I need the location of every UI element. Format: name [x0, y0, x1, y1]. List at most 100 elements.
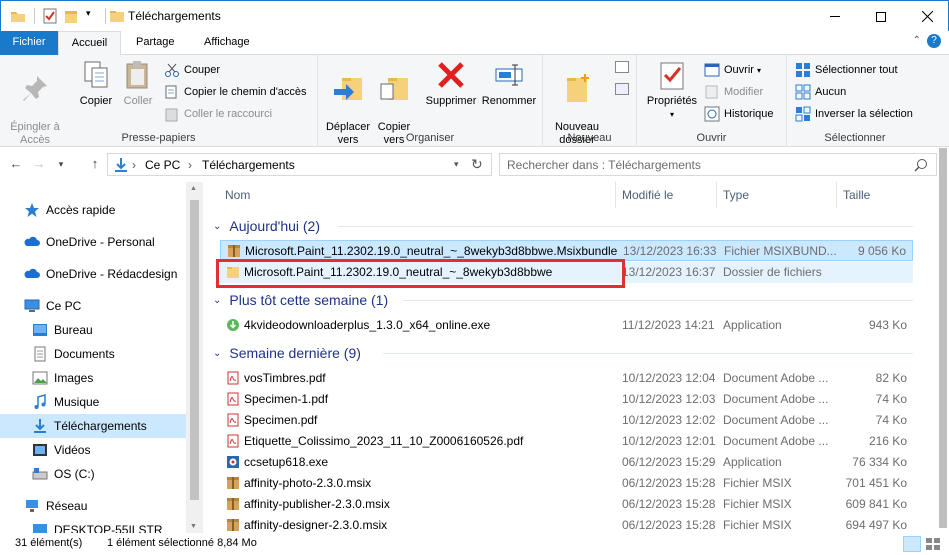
help-icon[interactable]: ?: [927, 34, 941, 48]
download-icon: [34, 419, 46, 433]
group-header-aujourdhui[interactable]: ⌄ Aujourd'hui (2): [213, 215, 320, 237]
copy-icon: [84, 61, 108, 88]
refresh-icon[interactable]: ↻: [471, 156, 483, 173]
paste-shortcut-button[interactable]: Coller le raccourci: [164, 106, 272, 122]
nav-item-reseau[interactable]: Réseau: [0, 494, 186, 518]
pin-quick-access-button[interactable]: Épingler à Accès rapide: [6, 59, 64, 160]
copy-button[interactable]: Copier: [74, 59, 118, 108]
download-arrow-icon: [115, 158, 127, 172]
tab-affichage[interactable]: Affichage: [192, 31, 262, 55]
collapse-ribbon-icon[interactable]: ⌃: [913, 35, 921, 46]
group-label: Organiser: [405, 132, 455, 144]
forward-arrow-icon[interactable]: →: [30, 156, 48, 171]
rename-button[interactable]: Renommer: [480, 59, 538, 108]
minimize-button[interactable]: [812, 1, 858, 32]
tab-partage[interactable]: Partage: [124, 31, 187, 55]
nav-item-telechargements[interactable]: Téléchargements: [0, 414, 186, 438]
breadcrumb-ce-pc[interactable]: Ce PC: [145, 158, 180, 172]
copy-path-button[interactable]: Copier le chemin d'accès: [164, 84, 307, 100]
file-row[interactable]: Etiquette_Colissimo_2023_11_10_Z00061605…: [220, 431, 913, 452]
nav-item-bureau[interactable]: Bureau: [0, 318, 186, 342]
file-row[interactable]: vosTimbres.pdf 10/12/2023 12:04 Document…: [220, 368, 913, 389]
column-header-modifie[interactable]: Modifié le: [616, 182, 717, 208]
copy-to-icon: [380, 78, 408, 100]
chevron-down-icon: ▾: [669, 110, 674, 119]
group-header-plus-tot[interactable]: ⌄ Plus tôt cette semaine (1): [213, 289, 388, 311]
group-header-semaine-derniere[interactable]: ⌄ Semaine dernière (9): [213, 342, 361, 364]
separator: [34, 8, 35, 24]
file-row[interactable]: affinity-publisher-2.3.0.msix 06/12/2023…: [220, 494, 913, 515]
select-none-button[interactable]: Aucun: [795, 84, 846, 100]
nav-item-os-c[interactable]: OS (C:): [0, 462, 186, 486]
group-divider: [338, 226, 913, 227]
new-folder-quick-icon[interactable]: [64, 8, 80, 24]
search-input[interactable]: Rechercher dans : Téléchargements: [499, 153, 937, 176]
column-header-taille[interactable]: Taille: [837, 182, 917, 208]
file-row[interactable]: affinity-designer-2.3.0.msix 06/12/2023 …: [220, 515, 913, 533]
close-button[interactable]: [904, 1, 949, 32]
easy-access-icon[interactable]: [615, 83, 629, 95]
move-to-icon: [334, 78, 362, 100]
nav-item-onedrive-redacdesign[interactable]: OneDrive - Rédacdesign: [0, 262, 186, 286]
ribbon-tabs: Fichier Accueil Partage Affichage ⌃ ?: [0, 31, 949, 56]
address-bar[interactable]: › Ce PC › Téléchargements ▾ ↻: [107, 153, 492, 176]
nav-item-musique[interactable]: Musique: [0, 390, 186, 414]
nav-scrollbar-thumb[interactable]: [190, 200, 199, 500]
scroll-down-icon[interactable]: ▼: [190, 523, 197, 530]
video-icon: [33, 444, 47, 456]
file-row[interactable]: 4kvideodownloaderplus_1.3.0_x64_online.e…: [220, 315, 913, 336]
tab-fichier[interactable]: Fichier: [0, 31, 58, 55]
breadcrumb-telechargements[interactable]: Téléchargements: [202, 158, 295, 172]
search-icon: [914, 159, 927, 172]
recent-locations-icon[interactable]: ▾: [52, 159, 70, 170]
large-icons-view-icon[interactable]: [925, 536, 943, 552]
window-title: Téléchargements: [128, 9, 221, 23]
folder-icon: [10, 8, 26, 24]
nav-item-desktop-55ilstr[interactable]: DESKTOP-55ILSTR: [0, 518, 186, 533]
open-button[interactable]: Ouvrir ▾: [704, 62, 761, 78]
ribbon: Épingler à Accès rapide Copier Coller Co…: [0, 55, 949, 159]
nav-scrollbar[interactable]: ▲ ▼: [186, 182, 203, 533]
select-all-button[interactable]: Sélectionner tout: [795, 62, 898, 78]
group-divider: [403, 300, 913, 301]
drive-icon: [32, 468, 48, 480]
invert-selection-button[interactable]: Inverser la sélection: [795, 106, 913, 122]
nav-item-onedrive-personal[interactable]: OneDrive - Personal: [0, 230, 186, 254]
nav-item-ce-pc[interactable]: Ce PC: [0, 294, 186, 318]
highlight-annotation-box: [216, 259, 625, 288]
file-list-scrollbar-thumb[interactable]: [939, 148, 947, 528]
properties-button[interactable]: Propriétés ▾: [641, 59, 703, 121]
pdf-icon: [227, 392, 239, 406]
star-icon: [25, 203, 39, 217]
clipboard-icon: [126, 61, 148, 89]
paste-button[interactable]: Coller: [118, 59, 158, 108]
paste-shortcut-icon: [165, 108, 178, 122]
navigation-bar: ← → ▾ ↑ › Ce PC › Téléchargements ▾ ↻ Re…: [0, 148, 949, 182]
back-arrow-icon[interactable]: ←: [7, 156, 25, 171]
tab-accueil[interactable]: Accueil: [58, 31, 121, 56]
file-row[interactable]: Microsoft.Paint_11.2302.19.0_neutral_~_8…: [220, 240, 913, 261]
scroll-up-icon[interactable]: ▲: [190, 185, 197, 192]
column-header-nom[interactable]: Nom: [219, 182, 616, 208]
delete-button[interactable]: Supprimer: [422, 59, 480, 108]
nav-item-videos[interactable]: Vidéos: [0, 438, 186, 462]
maximize-button[interactable]: [858, 1, 904, 32]
details-view-icon[interactable]: [903, 536, 921, 552]
address-dropdown-icon[interactable]: ▾: [454, 159, 459, 170]
nav-item-quick-access[interactable]: Accès rapide: [0, 198, 186, 222]
history-button[interactable]: Historique: [704, 106, 774, 122]
file-row[interactable]: ccsetup618.exe 06/12/2023 15:29 Applicat…: [220, 452, 913, 473]
file-row[interactable]: affinity-photo-2.3.0.msix 06/12/2023 15:…: [220, 473, 913, 494]
properties-quick-icon[interactable]: [42, 8, 58, 24]
file-row[interactable]: Specimen-1.pdf 10/12/2023 12:03 Document…: [220, 389, 913, 410]
nav-item-documents[interactable]: Documents: [0, 342, 186, 366]
edit-button[interactable]: Modifier: [704, 84, 763, 100]
column-header-type[interactable]: Type: [717, 182, 837, 208]
new-item-icon[interactable]: [615, 61, 629, 73]
nav-item-images[interactable]: Images: [0, 366, 186, 390]
up-arrow-icon[interactable]: ↑: [86, 156, 104, 171]
customize-toolbar-icon[interactable]: ▾: [86, 8, 91, 19]
file-list-scrollbar[interactable]: [937, 148, 949, 533]
file-row[interactable]: Specimen.pdf 10/12/2023 12:02 Document A…: [220, 410, 913, 431]
cut-button[interactable]: Couper: [164, 62, 220, 78]
